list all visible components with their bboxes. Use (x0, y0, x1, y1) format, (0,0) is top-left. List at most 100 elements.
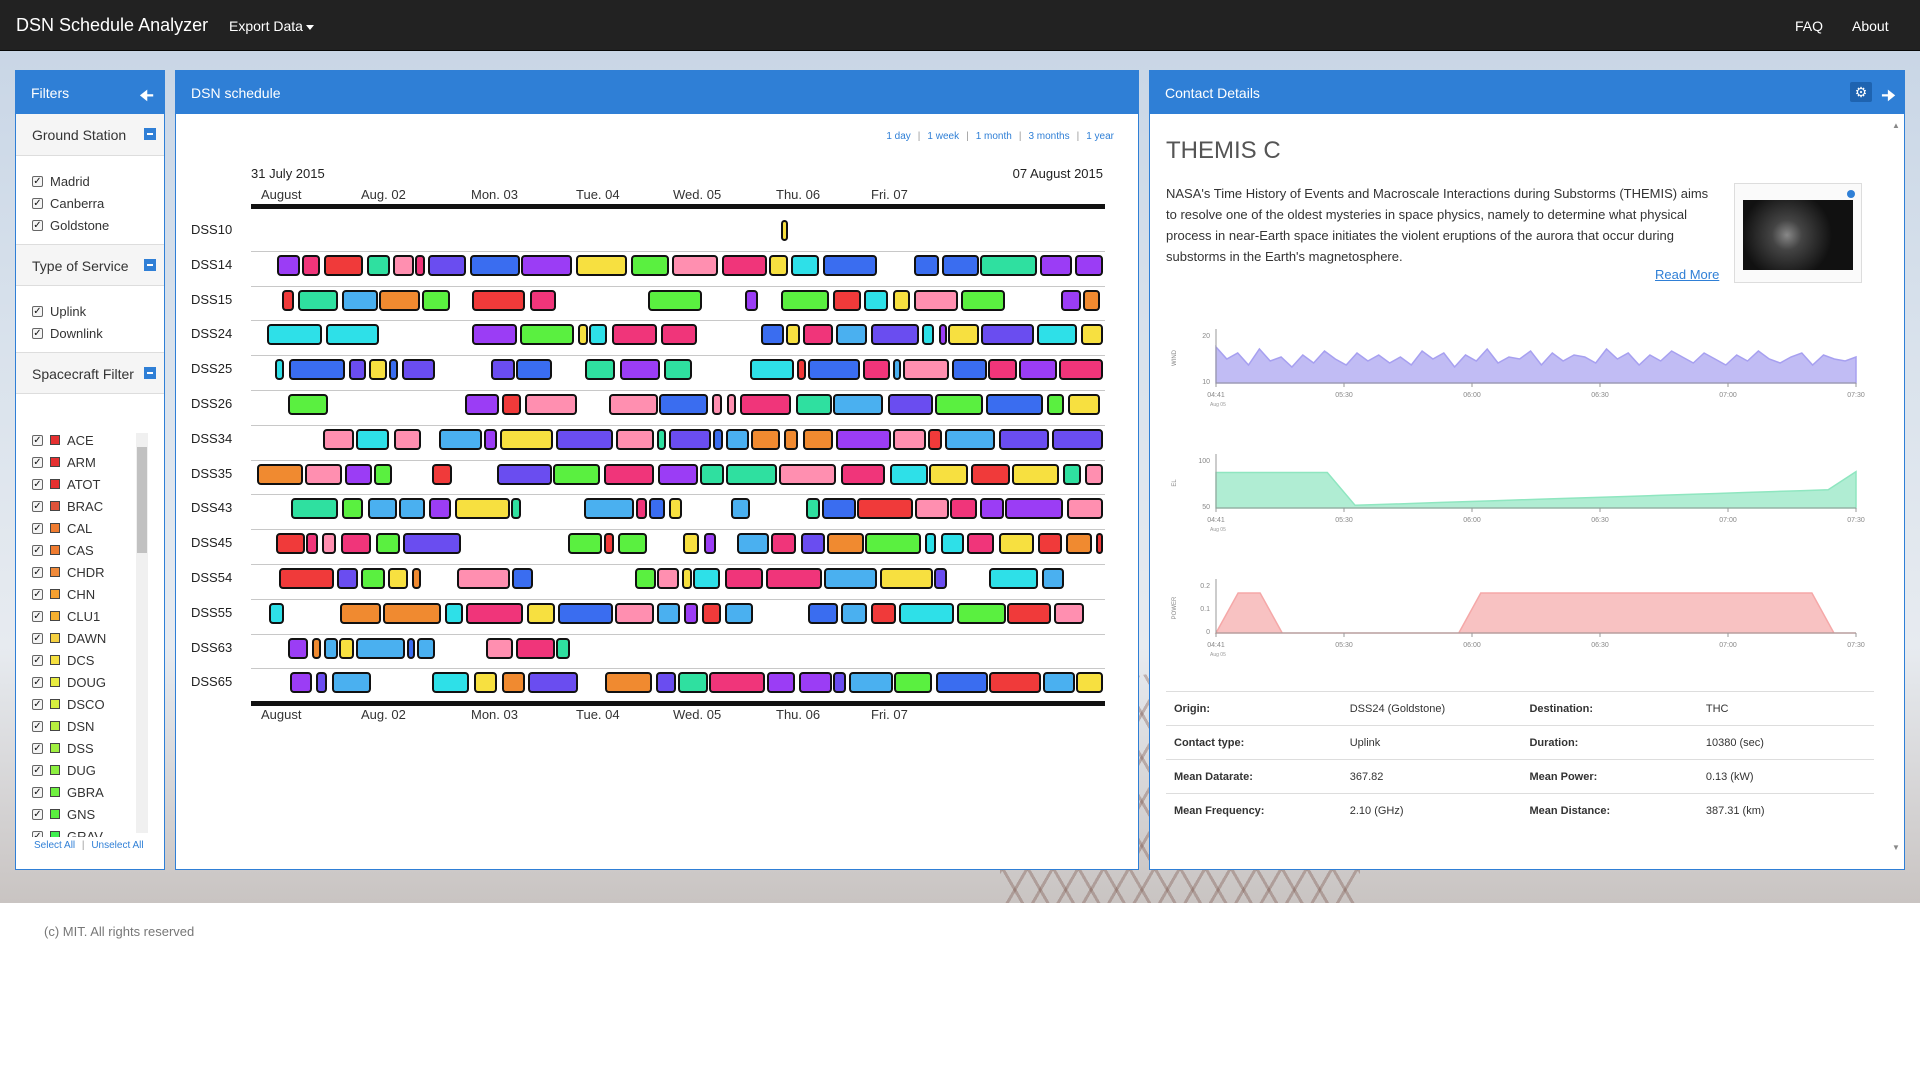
checkbox-checked-icon[interactable]: ✓ (32, 676, 43, 688)
checkbox-checked-icon[interactable]: ✓ (32, 808, 43, 820)
contact-bar[interactable] (1066, 533, 1093, 555)
contact-bar[interactable] (278, 568, 334, 589)
contact-bar[interactable] (349, 359, 366, 381)
checkbox-checked-icon[interactable]: ✓ (32, 327, 43, 339)
contact-bar[interactable] (339, 637, 354, 659)
contact-bar[interactable] (721, 254, 767, 276)
contact-bar[interactable] (401, 359, 435, 381)
contact-bar[interactable] (998, 428, 1050, 450)
contact-bar[interactable] (934, 568, 948, 589)
contact-bar[interactable] (502, 394, 521, 415)
contact-bar[interactable] (516, 359, 553, 381)
contact-bar[interactable] (388, 568, 408, 589)
contact-bar[interactable] (887, 394, 934, 415)
contact-bar[interactable] (780, 289, 829, 311)
contact-bar[interactable] (857, 498, 913, 520)
checkbox-checked-icon[interactable]: ✓ (32, 764, 43, 776)
contact-bar[interactable] (321, 533, 337, 555)
contact-bar[interactable] (935, 672, 988, 694)
filter-checkbox-goldstone[interactable]: ✓ Goldstone (16, 214, 164, 236)
contact-bar[interactable] (941, 254, 979, 276)
checkbox-checked-icon[interactable]: ✓ (32, 522, 43, 534)
contact-bar[interactable] (394, 428, 421, 450)
contact-bar[interactable] (556, 428, 614, 450)
contact-bar[interactable] (289, 359, 346, 381)
contact-bar[interactable] (289, 672, 313, 694)
contact-bar[interactable] (635, 498, 647, 520)
contact-bar[interactable] (985, 394, 1043, 415)
details-scroll-down-icon[interactable]: ▼ (1892, 843, 1902, 852)
contact-bar[interactable] (760, 324, 785, 346)
contact-bar[interactable] (465, 602, 524, 624)
contact-bar[interactable] (1066, 498, 1103, 520)
contact-bar[interactable] (473, 672, 498, 694)
contact-bar[interactable] (438, 428, 482, 450)
contact-bar[interactable] (938, 324, 947, 346)
contact-bar[interactable] (795, 394, 832, 415)
contact-bar[interactable] (312, 637, 321, 659)
checkbox-checked-icon[interactable]: ✓ (32, 786, 43, 798)
contact-bar[interactable] (389, 359, 398, 381)
contact-bar[interactable] (750, 359, 795, 381)
contact-bar[interactable] (914, 254, 940, 276)
contact-bar[interactable] (557, 602, 614, 624)
contact-bar[interactable] (1005, 498, 1063, 520)
contact-bar[interactable] (989, 568, 1039, 589)
contact-bar[interactable] (712, 394, 723, 415)
contact-bar[interactable] (988, 359, 1018, 381)
checkbox-checked-icon[interactable]: ✓ (32, 434, 43, 446)
contact-bar[interactable] (914, 498, 949, 520)
contact-bar[interactable] (664, 359, 692, 381)
contact-bar[interactable] (785, 324, 801, 346)
spacecraft-scrollbar[interactable] (136, 433, 148, 833)
contact-bar[interactable] (925, 533, 936, 555)
checkbox-checked-icon[interactable]: ✓ (32, 566, 43, 578)
scrollbar-thumb[interactable] (137, 447, 147, 553)
contact-bar[interactable] (683, 533, 699, 555)
contact-bar[interactable] (491, 359, 516, 381)
contact-bar[interactable] (1076, 672, 1103, 694)
contact-bar[interactable] (469, 254, 520, 276)
contact-bar[interactable] (799, 672, 832, 694)
contact-bar[interactable] (649, 498, 665, 520)
contact-bar[interactable] (656, 428, 666, 450)
contact-bar[interactable] (771, 533, 797, 555)
contact-bar[interactable] (960, 289, 1006, 311)
checkbox-checked-icon[interactable]: ✓ (32, 588, 43, 600)
contact-bar[interactable] (730, 498, 750, 520)
contact-bar[interactable] (416, 637, 435, 659)
contact-bar[interactable] (836, 428, 891, 450)
contact-bar[interactable] (361, 568, 385, 589)
contact-bar[interactable] (914, 289, 958, 311)
contact-bar[interactable] (603, 533, 614, 555)
contact-bar[interactable] (1051, 428, 1103, 450)
contact-bar[interactable] (950, 498, 977, 520)
contact-bar[interactable] (826, 533, 864, 555)
contact-bar[interactable] (301, 254, 320, 276)
contact-bar[interactable] (934, 394, 984, 415)
contact-bar[interactable] (382, 602, 441, 624)
contact-bar[interactable] (332, 672, 372, 694)
range-link-2[interactable]: 1 month (976, 131, 1012, 142)
contact-bar[interactable] (603, 463, 655, 485)
contact-bar[interactable] (1054, 602, 1085, 624)
contact-bar[interactable] (797, 359, 806, 381)
contact-bar[interactable] (956, 602, 1006, 624)
contact-bar[interactable] (1037, 533, 1062, 555)
contact-bar[interactable] (324, 637, 338, 659)
contact-bar[interactable] (589, 324, 607, 346)
contact-bar[interactable] (821, 498, 856, 520)
contact-bar[interactable] (471, 324, 518, 346)
contact-bar[interactable] (682, 568, 692, 589)
checkbox-checked-icon[interactable]: ✓ (32, 698, 43, 710)
contact-bar[interactable] (256, 463, 303, 485)
contact-bar[interactable] (703, 533, 717, 555)
details-scrollbar[interactable]: ▲ (1892, 121, 1902, 130)
contact-bar[interactable] (807, 359, 860, 381)
contact-bar[interactable] (398, 498, 426, 520)
checkbox-checked-icon[interactable]: ✓ (32, 219, 43, 231)
contact-bar[interactable] (999, 533, 1034, 555)
contact-bar[interactable] (671, 254, 718, 276)
contact-bar[interactable] (323, 428, 355, 450)
contact-bar[interactable] (783, 428, 799, 450)
